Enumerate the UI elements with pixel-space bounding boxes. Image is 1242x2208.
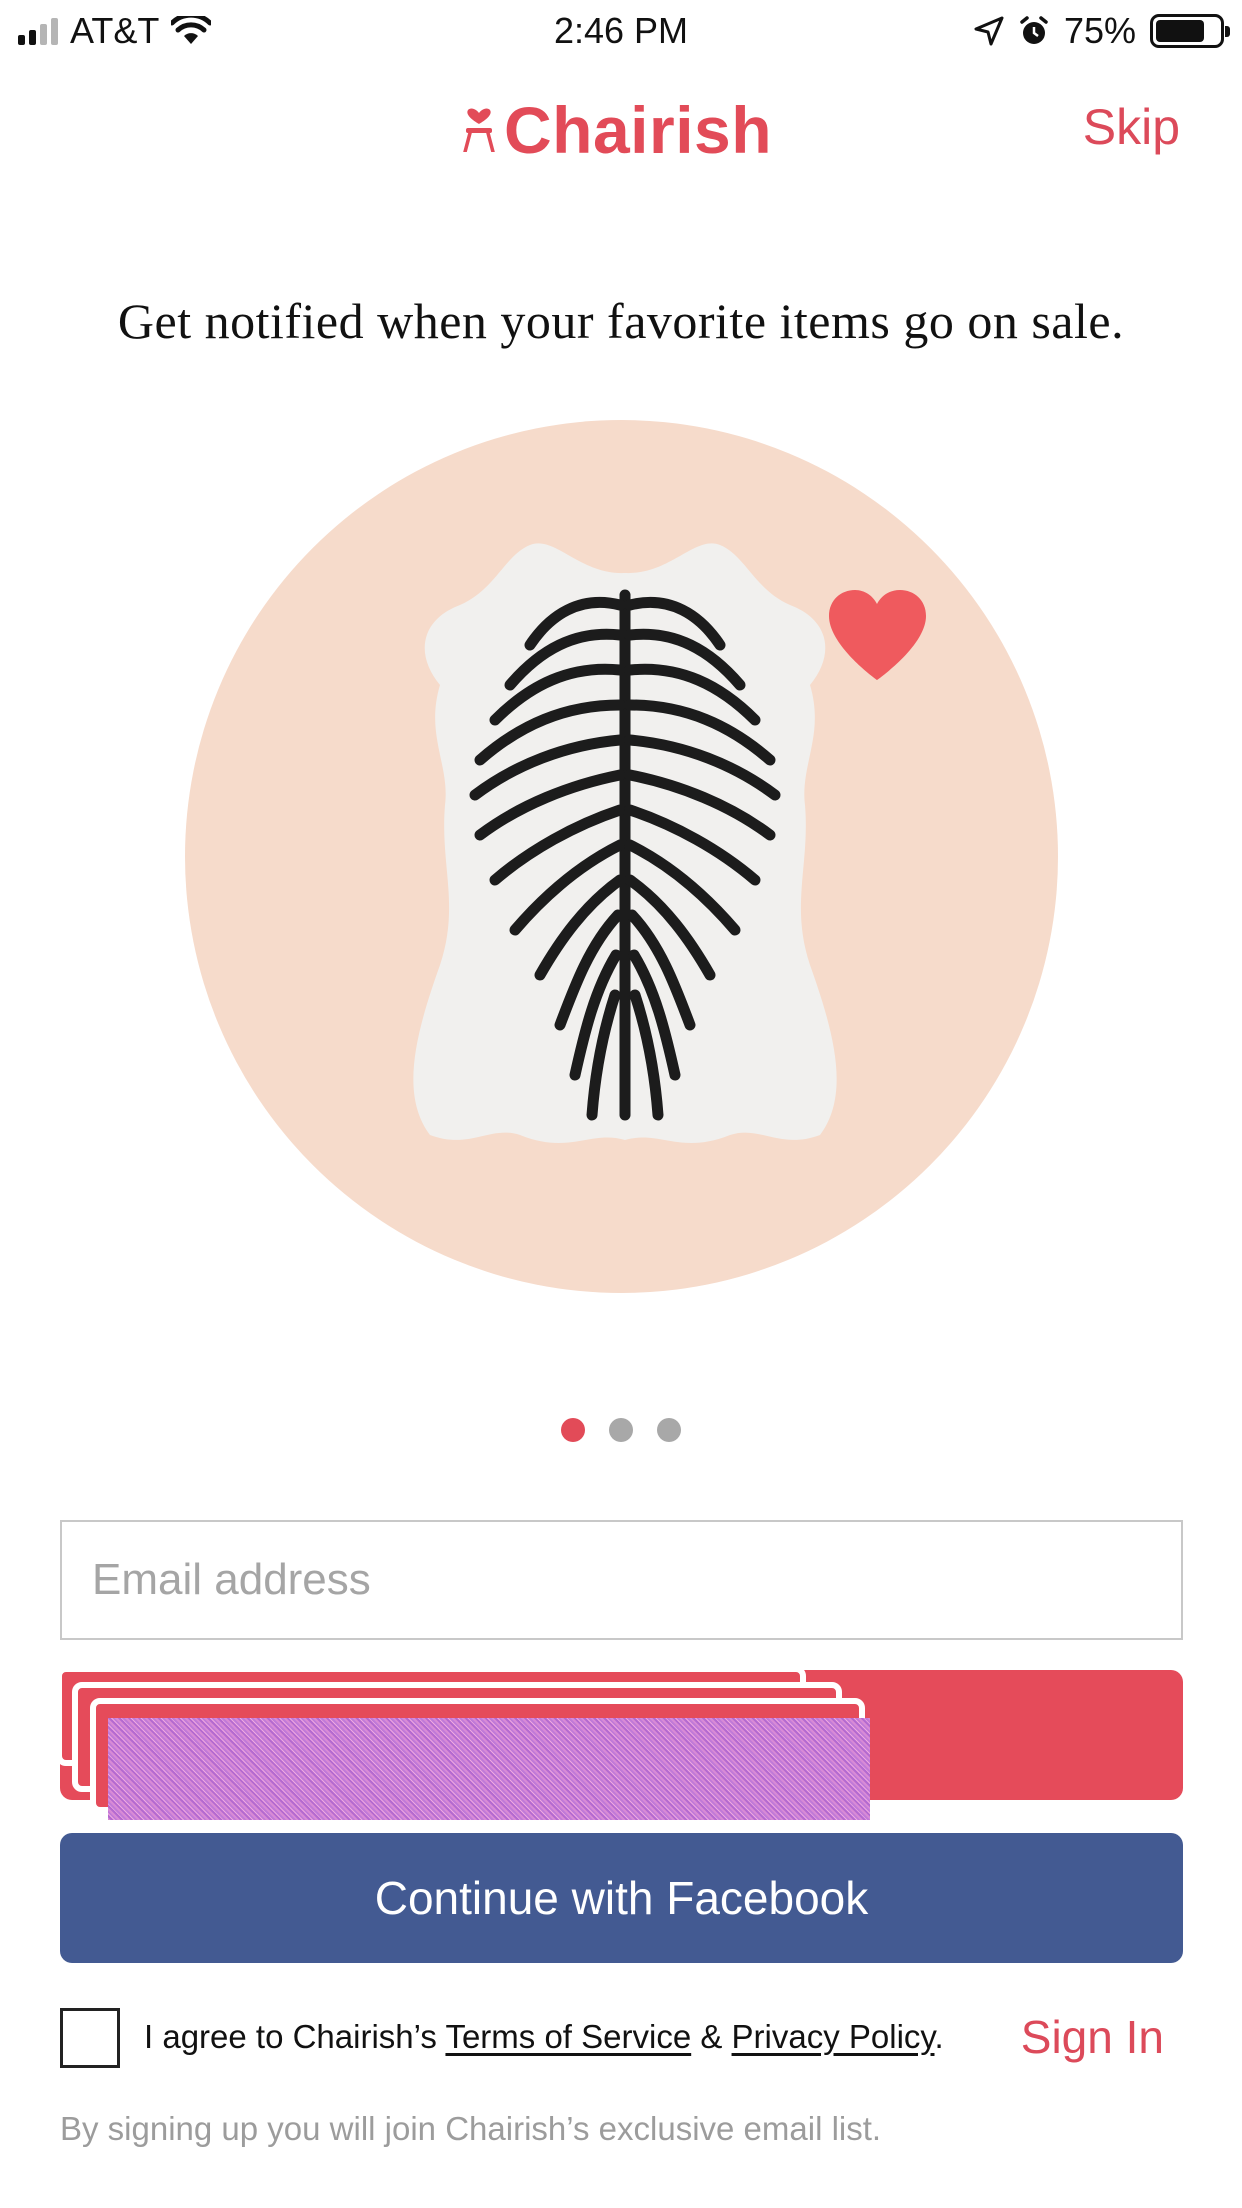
terms-joiner: & xyxy=(691,2018,732,2055)
zebra-rug-image xyxy=(413,543,837,1144)
page-dot-3[interactable] xyxy=(657,1418,681,1442)
status-right: 75% xyxy=(974,10,1230,52)
terms-of-service-link[interactable]: Terms of Service xyxy=(445,2018,691,2055)
sign-in-link[interactable]: Sign In xyxy=(1021,2010,1164,2064)
alarm-icon xyxy=(1020,16,1048,44)
terms-prefix: I agree to Chairish’s xyxy=(144,2018,446,2055)
status-bar: AT&T 2:46 PM 75% xyxy=(0,0,1242,60)
page-dot-1[interactable] xyxy=(561,1418,585,1442)
continue-with-facebook-button[interactable]: Continue with Facebook xyxy=(60,1833,1183,1963)
onboarding-headline: Get notified when your favorite items go… xyxy=(117,293,1125,349)
heart-icon xyxy=(829,590,926,680)
chair-heart-icon xyxy=(463,108,495,152)
terms-checkbox[interactable] xyxy=(60,2008,120,2068)
terms-suffix: . xyxy=(934,2018,944,2055)
skip-button[interactable]: Skip xyxy=(1083,98,1180,156)
email-list-disclaimer: By signing up you will join Chairish’s e… xyxy=(60,2110,882,2147)
page-indicator xyxy=(0,1418,1242,1442)
sign-up-button[interactable] xyxy=(60,1670,1183,1800)
location-icon xyxy=(974,16,1004,46)
battery-icon xyxy=(1150,14,1230,48)
logo-text: Chairish xyxy=(504,93,773,167)
email-field[interactable] xyxy=(60,1520,1183,1640)
privacy-policy-link[interactable]: Privacy Policy xyxy=(732,2018,935,2055)
battery-percent: 75% xyxy=(1063,10,1136,51)
chairish-logo: Chairish xyxy=(460,92,772,168)
page-dot-2[interactable] xyxy=(609,1418,633,1442)
terms-text: I agree to Chairish’s Terms of Service &… xyxy=(144,2018,944,2056)
